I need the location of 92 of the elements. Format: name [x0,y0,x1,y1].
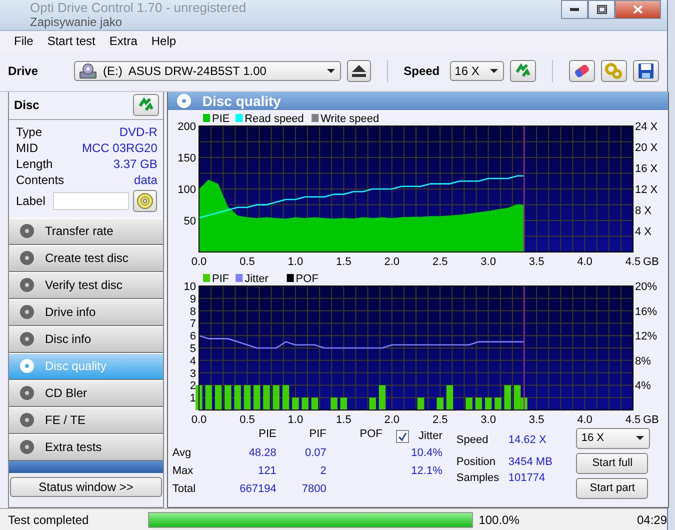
axis-label: 2.5 [432,414,448,426]
stat-value: 667194 [238,482,276,497]
legend-label: Write speed [320,112,380,125]
field-label: Length [16,156,54,171]
stat-value: 12.1% [410,464,442,479]
axis-label: 10 [184,280,196,293]
column-header: Jitter [418,430,442,442]
axis-label: 20 X [635,142,658,154]
axis-label: 0.5 [240,414,256,426]
window-title: Opti Drive Control 1.70 - unregistered [30,1,246,15]
field-value: data [133,172,158,187]
field-value: 3.37 GB [112,156,158,171]
axis-label: 9 [190,293,196,306]
status-message: Test completed [8,512,90,527]
axis-label: 12% [635,330,658,342]
axis-title: GB [643,414,660,426]
stat-value: 48.28 [248,446,276,461]
axis-label: 4 X [635,226,652,238]
column-header: PIF [308,428,326,442]
column-header: PIE [258,428,276,442]
reading-value: 3454 MB [508,456,554,468]
axis-label: 4.0 [578,256,593,268]
axis-label: 16% [635,305,658,318]
axis-label: 0.0 [192,256,208,268]
progress-percent: 100.0% [478,512,520,527]
axis-label: 3.5 [529,256,545,268]
axis-label: 4.5 [626,414,642,426]
axis-label: 8 X [635,204,652,217]
axis-label: 4.5 [626,256,642,268]
legend-label: Read speed [244,112,304,125]
axis-label: 4 [190,355,196,368]
axis-label: 4.0 [578,414,593,426]
axis-label: 2 [190,380,196,392]
axis-label: 24 X [635,120,658,133]
axis-title: GB [643,256,660,268]
axis-label: 3.0 [481,256,496,268]
axis-label: 50 [184,215,196,228]
disc-heading: Disc [14,98,40,112]
row-label: Max [172,464,194,479]
elapsed-time: 04:29 [636,512,667,527]
axis-label: 5 [190,342,196,355]
field-label: Type [16,124,44,139]
legend-label: Jitter [244,272,269,285]
axis-label: 20% [635,280,658,293]
axis-label: 1.5 [336,414,352,426]
axis-label: 6 [190,330,196,342]
background-window-title: Zapisywanie jako [30,15,124,29]
axis-label: 1 [190,392,196,404]
axis-label: 1.0 [288,256,304,268]
axis-label: 2.0 [384,256,400,268]
drive-label: Drive [8,64,38,78]
axis-label: 1.0 [288,414,304,426]
axis-label: 1.5 [336,256,352,268]
axis-label: 0.5 [240,256,256,268]
reading-value: 101774 [508,472,546,484]
field-label: Contents [16,172,64,187]
axis-label: 2.5 [432,256,448,268]
reading-label: Position [456,456,497,468]
field-label: MID [16,140,39,155]
axis-label: 4% [635,380,652,392]
stat-value: 2 [319,464,326,479]
axis-label: 12 X [635,184,658,196]
reading-value: 14.62 X [508,434,548,446]
row-label: Avg [172,446,192,461]
axis-label: 150 [178,152,196,164]
legend-label: POF [296,272,319,285]
axis-label: 3 [190,367,196,380]
axis-label: 100 [178,184,196,196]
axis-label: 16 X [635,162,658,175]
field-label: Label [16,194,46,208]
axis-label: 7 [190,318,196,330]
axis-label: 8 [190,305,196,318]
axis-label: 3.0 [481,414,496,426]
reading-label: Samples [456,472,500,484]
stat-value: 7800 [300,482,326,497]
axis-label: 200 [178,120,196,133]
axis-label: 0.0 [192,414,208,426]
field-value: DVD-R [118,124,158,139]
legend-label: PIE [212,112,230,125]
speed-label: Speed [404,64,440,78]
legend-label: PIF [212,272,230,285]
row-label: Total [172,482,197,497]
stat-value: 121 [257,464,276,479]
stat-value: 0.07 [304,446,326,461]
axis-label: 2.0 [384,414,400,426]
panel-header: Disc quality [168,92,668,110]
reading-label: Speed [456,434,490,446]
column-header: POF [358,428,382,442]
field-value: MCC 03RG20 [81,140,158,155]
stat-value: 10.4% [410,446,442,461]
axis-label: 3.5 [529,414,545,426]
axis-label: 8% [635,355,652,368]
